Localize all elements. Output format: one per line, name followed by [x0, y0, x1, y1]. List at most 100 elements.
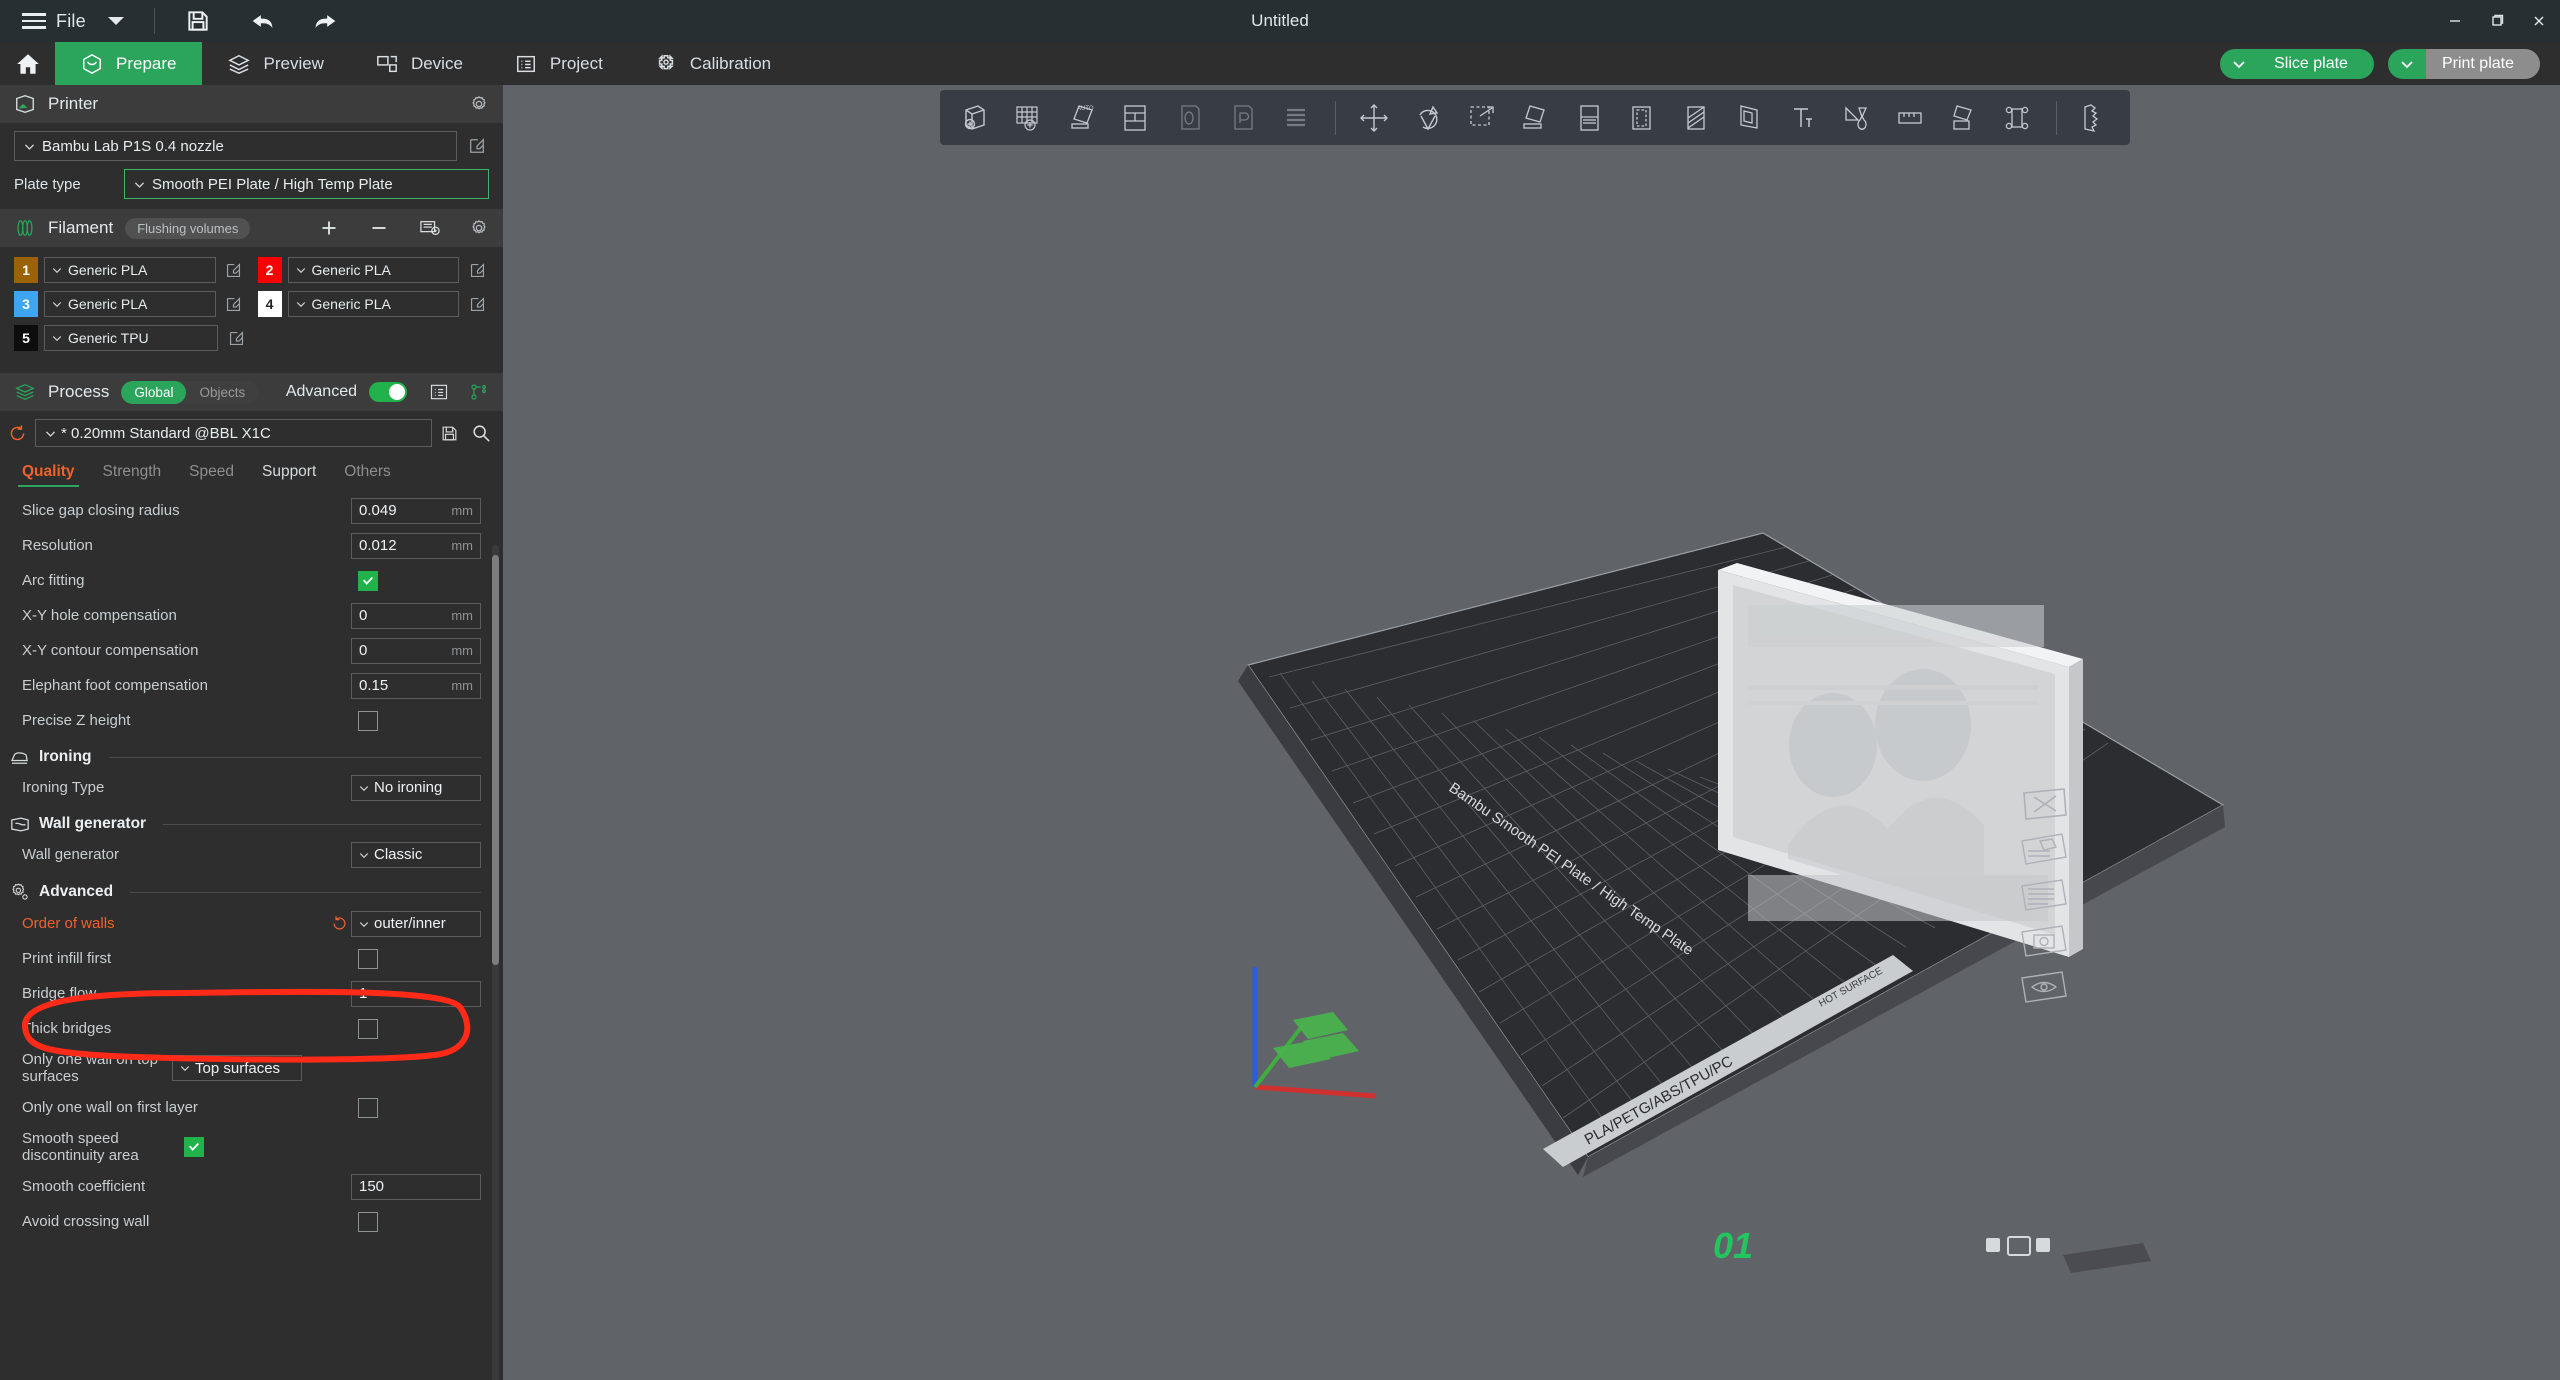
param-checkbox[interactable]: [358, 1097, 378, 1118]
minimize-button[interactable]: [2434, 0, 2476, 42]
tab-project[interactable]: Project: [489, 42, 629, 85]
advanced-toggle[interactable]: [369, 382, 407, 402]
flatten-icon[interactable]: [1937, 94, 1991, 142]
rotate-icon[interactable]: [1401, 94, 1455, 142]
save-icon[interactable]: [181, 4, 215, 38]
plate-type-select[interactable]: Smooth PEI Plate / High Temp Plate: [124, 169, 489, 199]
subtab-support[interactable]: Support: [248, 457, 330, 489]
param-select[interactable]: outer/inner: [351, 910, 481, 937]
scale-icon[interactable]: [1455, 94, 1509, 142]
param-input[interactable]: 0 mm: [351, 602, 481, 629]
filament-color-swatch-3[interactable]: 3: [14, 291, 38, 317]
filament-edit-icon-1[interactable]: [222, 258, 246, 282]
add-plate-icon[interactable]: [1002, 94, 1056, 142]
text-icon[interactable]: [1776, 94, 1830, 142]
orient-object-icon[interactable]: [1162, 94, 1216, 142]
scope-objects-tab[interactable]: Objects: [186, 381, 258, 404]
scope-global-tab[interactable]: Global: [121, 380, 187, 404]
print-plate-button[interactable]: Print plate: [2387, 48, 2540, 79]
file-menu-button[interactable]: File: [22, 11, 86, 32]
filament-color-swatch-5[interactable]: 5: [14, 325, 38, 351]
layers-slider-icon[interactable]: [1269, 94, 1323, 142]
sidebar-scrollbar-thumb[interactable]: [492, 555, 499, 965]
param-input[interactable]: 0.012 mm: [351, 532, 481, 559]
auto-arrange-icon[interactable]: AUTO: [1055, 94, 1109, 142]
filament-color-swatch-2[interactable]: 2: [257, 257, 282, 283]
param-input[interactable]: 0 mm: [351, 637, 481, 664]
assembly-icon[interactable]: [1990, 94, 2044, 142]
save-preset-icon[interactable]: [440, 424, 459, 443]
close-button[interactable]: [2518, 0, 2560, 42]
printer-edit-icon[interactable]: [465, 134, 489, 158]
compare-preset-icon[interactable]: [469, 382, 489, 402]
param-checkbox[interactable]: [184, 1137, 204, 1157]
orient-plate-icon[interactable]: [1216, 94, 1270, 142]
slice-plate-label[interactable]: Slice plate: [2258, 48, 2374, 79]
param-checkbox[interactable]: [358, 570, 378, 591]
plus-icon[interactable]: [319, 218, 339, 238]
param-select[interactable]: Top surfaces: [172, 1055, 302, 1081]
filament-edit-icon-4[interactable]: [465, 292, 489, 316]
arrange-icon[interactable]: [2018, 831, 2070, 871]
filament-select-4[interactable]: Generic PLA: [287, 291, 459, 317]
print-plate-label[interactable]: Print plate: [2425, 48, 2540, 79]
layers-icon[interactable]: [2018, 877, 2070, 917]
split-view-icon[interactable]: [1109, 94, 1163, 142]
lay-on-face-icon[interactable]: [1508, 94, 1562, 142]
printer-model-select[interactable]: Bambu Lab P1S 0.4 nozzle: [14, 131, 457, 161]
delete-icon[interactable]: [2018, 785, 2070, 825]
chevron-down-icon[interactable]: [107, 17, 124, 25]
param-select[interactable]: Classic: [351, 841, 481, 868]
param-input[interactable]: 1: [351, 980, 481, 1007]
process-preset-select[interactable]: * 0.20mm Standard @BBL X1C: [35, 419, 432, 447]
maximize-button[interactable]: [2476, 0, 2518, 42]
camera-icon[interactable]: [2018, 923, 2070, 963]
subtab-others[interactable]: Others: [330, 457, 405, 489]
filament-color-swatch-1[interactable]: 1: [14, 257, 38, 283]
param-checkbox[interactable]: [358, 948, 378, 969]
filament-edit-icon-2[interactable]: [465, 258, 489, 282]
tab-device[interactable]: Device: [350, 42, 489, 85]
cut-icon[interactable]: [1562, 94, 1616, 142]
filament-color-swatch-4[interactable]: 4: [257, 291, 282, 317]
printer-settings-gear-icon[interactable]: [469, 94, 489, 114]
print-plate-dropdown[interactable]: [2387, 48, 2426, 79]
tab-prepare[interactable]: Prepare: [55, 42, 203, 85]
subtab-strength[interactable]: Strength: [89, 457, 176, 489]
mesh-boolean-icon[interactable]: [1615, 94, 1669, 142]
param-input[interactable]: 0.049 mm: [351, 497, 481, 524]
param-checkbox[interactable]: [358, 1018, 378, 1039]
filament-edit-icon-3[interactable]: [222, 292, 246, 316]
slice-plate-dropdown[interactable]: [2220, 48, 2259, 79]
reset-preset-icon[interactable]: [8, 424, 27, 443]
tab-preview[interactable]: Preview: [202, 42, 349, 85]
filament-select-2[interactable]: Generic PLA: [287, 257, 459, 283]
flushing-volumes-button[interactable]: Flushing volumes: [125, 217, 251, 239]
seam-painting-icon[interactable]: [1829, 94, 1883, 142]
home-button[interactable]: [0, 42, 55, 85]
param-reset-icon[interactable]: [327, 915, 351, 932]
param-input[interactable]: 150: [351, 1173, 481, 1200]
parameter-list-icon[interactable]: [429, 382, 449, 402]
slice-plate-button[interactable]: Slice plate: [2220, 48, 2374, 79]
fuzzy-skin-icon[interactable]: [2069, 94, 2123, 142]
subtab-speed[interactable]: Speed: [175, 457, 248, 489]
measure-icon[interactable]: [1883, 94, 1937, 142]
param-input[interactable]: 0.15 mm: [351, 672, 481, 699]
filament-select-3[interactable]: Generic PLA: [44, 291, 216, 317]
visibility-icon[interactable]: [2018, 969, 2070, 1009]
filament-edit-icon-5[interactable]: [224, 326, 248, 350]
param-checkbox[interactable]: [358, 710, 378, 731]
search-icon[interactable]: [471, 423, 491, 443]
param-checkbox[interactable]: [358, 1211, 378, 1232]
support-painting-icon[interactable]: [1669, 94, 1723, 142]
minus-icon[interactable]: [369, 218, 389, 238]
add-object-icon[interactable]: [948, 94, 1002, 142]
filament-select-1[interactable]: Generic PLA: [44, 257, 216, 283]
subtab-quality[interactable]: Quality: [8, 457, 89, 489]
param-select[interactable]: No ironing: [351, 774, 481, 801]
filament-select-5[interactable]: Generic TPU: [44, 325, 218, 351]
move-icon[interactable]: [1348, 94, 1402, 142]
3d-viewport[interactable]: Bambu Smooth PEI Plate / High Temp Plate…: [503, 85, 2560, 1380]
undo-icon[interactable]: [245, 4, 279, 38]
